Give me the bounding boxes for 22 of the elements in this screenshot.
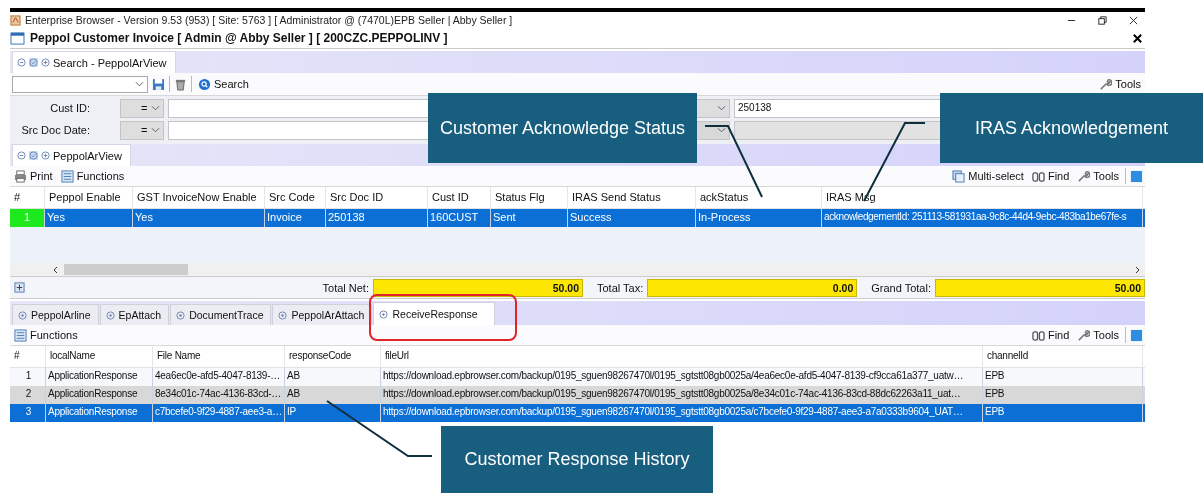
callout-tooltip: IRAS Acknowledgement	[940, 93, 1203, 163]
total-label: Total Tax:	[596, 281, 644, 294]
callout-tooltip: Customer Acknowledge Status	[428, 93, 697, 163]
tab-label: Search - PeppolArView	[53, 56, 167, 69]
table-cell: https://download.epbrowser.com/backup/0195_sguen98267470l/0195_sgtstt08gb0025a/c7bcefe0-9f29-4887-aee3-a7a0333b9604_UAT…	[381, 404, 983, 422]
table-cell: IP	[285, 404, 381, 422]
total-label: Total Net:	[321, 281, 369, 294]
window-title: Enterprise Browser - Version 9.53 (953) [ Site: 5763 ] [ Administrator @ (7470L)EPB Seller | Abby Seller ]	[25, 14, 513, 26]
table-cell: EPB	[983, 404, 1143, 422]
table-cell: ApplicationResponse	[46, 404, 153, 422]
total-value: 50.00	[935, 278, 1145, 297]
filter-label: Cust ID:	[49, 102, 90, 114]
table-cell: 1	[10, 209, 45, 227]
tab-label: PeppolArView	[53, 149, 122, 162]
filter-label: Src Doc Date:	[20, 124, 90, 136]
total-label: Grand Total:	[870, 281, 931, 294]
callout-tooltip: Customer Response History	[441, 426, 713, 493]
table-cell: 3	[10, 404, 46, 422]
document-title: Peppol Customer Invoice [ Admin @ Abby Seller ] [ 200CZC.PEPPOLINV ]	[30, 31, 448, 45]
total-value: 0.00	[647, 278, 858, 297]
table-cell: c7bcefe0-9f29-4887-aee3-a…	[153, 404, 285, 422]
total-value: 50.00	[373, 278, 583, 297]
